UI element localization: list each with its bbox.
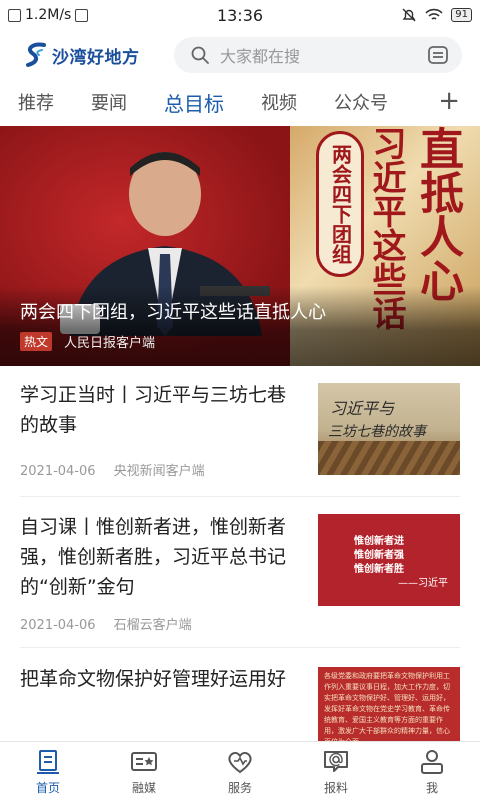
thumb-text: 三坊七巷的故事 [328,424,426,440]
news-thumbnail[interactable]: 习近平与 三坊七巷的故事 [318,383,460,475]
heart-service-icon [228,751,252,774]
bottom-navigation: 首页 融媒 服务 报料 我 [0,741,480,800]
wifi-icon [425,8,443,20]
app-logo[interactable]: 沙湾好地方 [24,42,174,68]
news-date: 2021-04-06 [20,618,96,633]
news-title[interactable]: 学习正当时丨习近平与三坊七巷的故事 [20,380,300,440]
thumb-text: 习近平与 [330,399,395,418]
news-thumbnail[interactable]: 惟创新者进 惟创新者强 惟创新者胜 ——习近平 [318,514,460,606]
tab-general-goal[interactable]: 总目标 [164,88,224,117]
logo-mark-icon [26,42,46,67]
scan-icon[interactable] [426,43,450,67]
nav-me[interactable]: 我 [384,742,480,800]
news-item[interactable]: 自习课丨惟创新者进，惟创新者强，惟创新者胜，习近平总书记的“创新”金句 2021… [20,512,460,648]
nav-label: 服务 [227,781,252,795]
hero-graphic-big-text: 直抵人心 [412,126,463,302]
channel-tabs: 推荐 要闻 总目标 视频 公众号 + [0,80,480,124]
hot-badge: 热文 [20,332,53,351]
news-thumbnail[interactable]: 各级党委和政府要把革命文物保护利用工作列入重要议事日程，加大工作力度，切实把革命… [318,667,460,741]
nav-label: 首页 [35,781,60,795]
nav-report[interactable]: 报料 [288,742,384,800]
tab-headlines[interactable]: 要闻 [91,89,127,115]
news-item[interactable]: 学习正当时丨习近平与三坊七巷的故事 2021-04-06 央视新闻客户端 习近平与… [20,380,460,497]
news-title[interactable]: 把革命文物保护好管理好运用好 [20,664,300,694]
nav-label: 报料 [323,781,348,795]
tab-video[interactable]: 视频 [261,89,297,115]
thumb-text: 各级党委和政府要把革命文物保护利用工作列入重要议事日程，加大工作力度，切实把革命… [324,672,450,741]
add-channel-icon[interactable]: + [438,86,460,116]
news-title[interactable]: 自习课丨惟创新者进，惟创新者强，惟创新者胜，习近平总书记的“创新”金句 [20,512,300,602]
user-icon [421,750,443,774]
app-header: 沙湾好地方 大家都在搜 [0,30,480,80]
nav-media[interactable]: 融媒 [96,742,192,800]
nav-home[interactable]: 首页 [0,742,96,800]
nav-service[interactable]: 服务 [192,742,288,800]
status-bar: 1.2M/s 13:36 91 [0,0,480,30]
search-placeholder: 大家都在搜 [220,47,301,66]
thumb-line: 惟创新者强 [354,550,404,561]
news-source: 石榴云客户端 [113,618,192,633]
hero-graphic-box-text: 两会四下团组 [328,144,353,264]
news-meta: 2021-04-06 石榴云客户端 [20,614,192,633]
home-icon [37,750,59,774]
hero-title[interactable]: 两会四下团组，习近平这些话直抵人心 [20,298,326,324]
news-date: 2021-04-06 [20,464,96,479]
thumb-signature: ——习近平 [398,578,448,589]
report-chat-icon [324,751,348,772]
search-bar[interactable]: 大家都在搜 [174,37,462,73]
nav-label: 我 [425,781,438,795]
search-icon [191,46,209,64]
hero-banner[interactable]: 两会四下团组 习近平这些话 直抵人心 两会四下团组，习近平这些话直抵人心 热文 … [0,126,480,366]
news-item[interactable]: 把革命文物保护好管理好运用好 各级党委和政府要把革命文物保护利用工作列入重要议事… [20,664,460,741]
tab-official-accounts[interactable]: 公众号 [334,89,388,115]
hero-meta: 热文 人民日报客户端 [20,332,155,351]
nav-label: 融媒 [131,781,156,795]
news-source: 央视新闻客户端 [113,464,205,479]
media-card-icon [131,752,157,771]
battery-indicator: 91 [451,8,472,22]
news-meta: 2021-04-06 央视新闻客户端 [20,460,205,479]
tab-recommend[interactable]: 推荐 [18,89,54,115]
hero-graphic-box: 两会四下团组 [316,131,364,277]
hero-source: 人民日报客户端 [64,336,156,351]
thumb-line: 惟创新者进 [354,536,404,547]
app-name: 沙湾好地方 [52,47,140,68]
thumb-roof-graphic [318,441,460,475]
mute-bell-icon [402,8,416,22]
thumb-line: 惟创新者胜 [354,564,404,575]
